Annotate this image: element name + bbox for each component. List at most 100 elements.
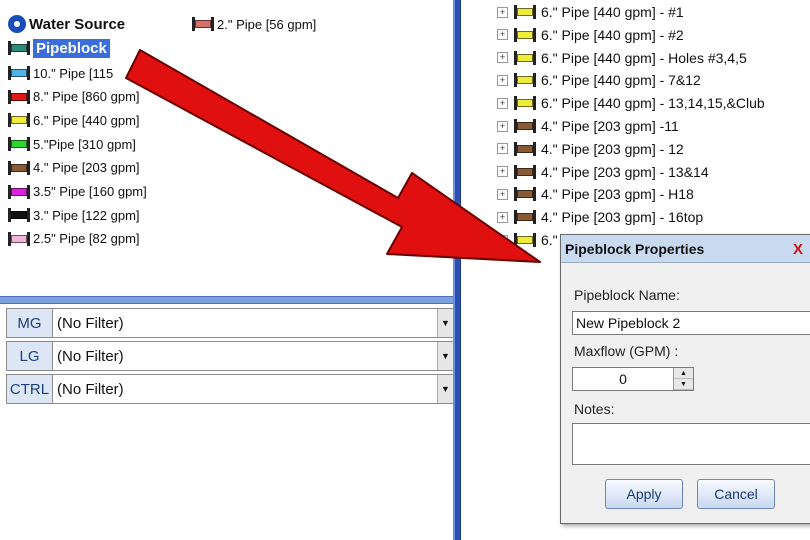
filter-label: CTRL — [7, 375, 53, 403]
filter-row-mg: MG (No Filter) ▼ — [6, 308, 454, 338]
dialog-title-text: Pipeblock Properties — [565, 240, 705, 257]
tree-item[interactable]: +6." Pipe [440 gpm] - #1 — [497, 1, 684, 23]
palette-item-pipe[interactable]: 6." Pipe [440 gpm] — [8, 109, 140, 131]
filter-row-ctrl: CTRL (No Filter) ▼ — [6, 374, 454, 404]
tree-item[interactable]: +4." Pipe [203 gpm] -11 — [497, 115, 679, 137]
palette-item-label: Pipeblock — [33, 38, 110, 58]
palette-item-label: Water Source — [29, 15, 126, 33]
close-icon: X — [792, 240, 803, 258]
pipe-icon — [8, 231, 30, 246]
palette-item-pipe[interactable]: 2.5" Pipe [82 gpm] — [8, 228, 140, 250]
palette-item-pipe[interactable]: 10." Pipe [115 — [8, 62, 113, 84]
pipe-palette: Water Source 2." Pipe [56 gpm] Pipeblock… — [0, 0, 455, 296]
palette-item-label: 6." Pipe [440 gpm] — [33, 112, 140, 128]
pipe-icon — [8, 137, 30, 152]
tree-item-label: 6." Pipe [440 gpm] - 13,14,15,&Club — [541, 95, 765, 112]
expand-icon[interactable]: + — [497, 6, 508, 18]
filter-label: MG — [7, 309, 53, 337]
palette-item-pipe[interactable]: 5."Pipe [310 gpm] — [8, 133, 136, 155]
notes-label: Notes: — [574, 401, 615, 417]
tree-item[interactable]: +6." Pipe [440 gpm] - 7&12 — [497, 69, 701, 91]
filter-label: LG — [7, 342, 53, 370]
expand-icon[interactable]: + — [497, 29, 508, 41]
chevron-down-icon[interactable]: ▼ — [437, 375, 453, 403]
pipe-icon — [514, 141, 536, 156]
pipe-icon — [192, 17, 214, 31]
tree-item-label: 4." Pipe [203 gpm] -11 — [541, 118, 679, 134]
tree-item[interactable]: +4." Pipe [203 gpm] - 13&14 — [497, 161, 709, 183]
pipe-icon — [8, 184, 30, 199]
pipeblock-icon — [8, 41, 30, 55]
expand-icon[interactable]: + — [497, 52, 508, 64]
gear-icon — [8, 15, 26, 33]
pipe-icon — [514, 96, 536, 111]
palette-item-pipe[interactable]: 4." Pipe [203 gpm] — [8, 157, 140, 179]
expand-icon[interactable]: + — [497, 143, 508, 155]
tree-item[interactable]: +4." Pipe [203 gpm] - H18 — [497, 183, 694, 205]
palette-item-label: 10." Pipe [115 — [33, 65, 114, 81]
palette-item-label: 2.5" Pipe [82 gpm] — [33, 231, 140, 247]
cancel-button[interactable]: Cancel — [697, 479, 775, 509]
pipe-icon — [8, 66, 30, 80]
spin-up-icon[interactable]: ▲ — [674, 368, 693, 379]
pipeblock-properties-dialog: Pipeblock Properties X Pipeblock Name: N… — [560, 234, 810, 524]
filter-row-lg: LG (No Filter) ▼ — [6, 341, 454, 371]
apply-button[interactable]: Apply — [605, 479, 683, 509]
tree-item-label: 4." Pipe [203 gpm] - 13&14 — [541, 163, 709, 180]
pipeblock-name-input[interactable]: New Pipeblock 2 — [572, 311, 810, 335]
expand-icon[interactable]: + — [497, 188, 508, 200]
palette-item-pipe[interactable]: 3." Pipe [122 gpm] — [8, 204, 140, 226]
palette-item-label: 5."Pipe [310 gpm] — [33, 136, 136, 152]
tree-item-label: 4." Pipe [203 gpm] - 16top — [541, 209, 704, 226]
pipe-icon — [8, 113, 30, 128]
pipe-icon — [514, 187, 536, 202]
pipe-icon — [514, 27, 536, 42]
maxflow-stepper[interactable]: 0 ▲ ▼ — [572, 367, 694, 391]
palette-item-label: 2." Pipe [56 gpm] — [217, 16, 317, 32]
palette-item-pipeblock[interactable]: Pipeblock — [8, 37, 110, 59]
expand-icon[interactable]: + — [497, 74, 508, 86]
tree-item[interactable]: +6." Pipe [440 gpm] - Holes #3,4,5 — [497, 47, 747, 69]
tree-item-label: 6." Pipe [440 gpm] - #2 — [541, 26, 684, 43]
tree-item[interactable]: +4." Pipe [203 gpm] - 12 — [497, 138, 684, 160]
horizontal-splitter[interactable] — [0, 296, 455, 304]
maxflow-label: Maxflow (GPM) : — [574, 343, 679, 359]
palette-item-label: 3.5" Pipe [160 gpm] — [33, 184, 147, 199]
filter-select[interactable]: (No Filter) — [53, 375, 437, 403]
pipe-icon — [8, 208, 30, 223]
pipeblock-name-value: New Pipeblock 2 — [576, 315, 681, 331]
spin-down-icon[interactable]: ▼ — [674, 379, 693, 390]
palette-item-water-source[interactable]: Water Source — [8, 13, 125, 35]
pipeblock-name-label: Pipeblock Name: — [574, 287, 680, 303]
palette-item-pipe-2in[interactable]: 2." Pipe [56 gpm] — [192, 13, 316, 35]
pipe-icon — [8, 160, 30, 175]
pipe-icon — [514, 210, 536, 225]
palette-item-label: 8." Pipe [860 gpm] — [33, 89, 140, 105]
filter-select[interactable]: (No Filter) — [53, 309, 437, 337]
vertical-splitter[interactable] — [453, 0, 461, 540]
tree-item[interactable]: +6." Pipe [440 gpm] - #2 — [497, 24, 684, 46]
tree-item-label: 6." Pipe [440 gpm] - #1 — [541, 4, 684, 20]
tree-item-label: 6." Pipe [440 gpm] - Holes #3,4,5 — [541, 49, 747, 66]
pipe-icon — [8, 89, 30, 104]
close-button[interactable]: X — [789, 240, 807, 258]
chevron-down-icon[interactable]: ▼ — [437, 309, 453, 337]
palette-item-pipe[interactable]: 3.5" Pipe [160 gpm] — [8, 181, 147, 203]
pipe-icon — [514, 50, 536, 65]
tree-item[interactable]: +4." Pipe [203 gpm] - 16top — [497, 206, 703, 228]
pipe-icon — [514, 233, 536, 247]
expand-icon[interactable]: + — [497, 120, 508, 132]
chevron-down-icon[interactable]: ▼ — [437, 342, 453, 370]
palette-item-label: 4." Pipe [203 gpm] — [33, 160, 140, 176]
expand-icon[interactable]: + — [497, 97, 508, 109]
palette-item-pipe[interactable]: 8." Pipe [860 gpm] — [8, 86, 140, 108]
spin-buttons[interactable]: ▲ ▼ — [673, 368, 693, 390]
notes-textarea[interactable] — [572, 423, 810, 465]
expand-icon[interactable]: + — [497, 211, 508, 223]
tree-item-label: 6." Pipe [440 gpm] - 7&12 — [541, 72, 701, 89]
expand-icon[interactable]: + — [497, 166, 508, 178]
filter-select[interactable]: (No Filter) — [53, 342, 437, 370]
expand-icon[interactable]: + — [497, 234, 508, 246]
tree-item[interactable]: +6." Pipe [440 gpm] - 13,14,15,&Club — [497, 92, 765, 114]
palette-item-label: 3." Pipe [122 gpm] — [33, 207, 140, 223]
